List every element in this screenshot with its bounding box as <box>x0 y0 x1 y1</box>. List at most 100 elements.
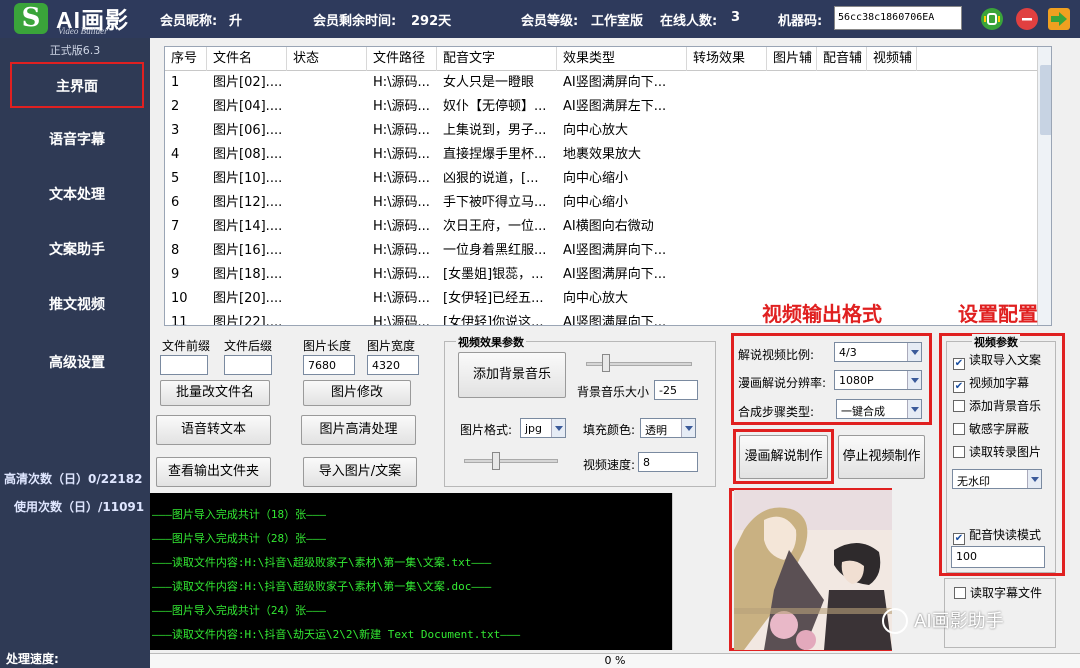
cell-index: 8 <box>171 243 180 258</box>
img-modify-button[interactable]: 图片修改 <box>303 380 411 406</box>
table-row[interactable]: 1 图片[02].... H:\源码... 女人只是一瞪眼 AI竖图满屏向下... <box>165 71 1037 95</box>
fast-read-input[interactable]: 100 <box>951 546 1045 568</box>
speed-slider-handle[interactable] <box>492 452 500 470</box>
check-bgm[interactable]: 添加背景音乐 <box>953 397 1041 414</box>
wechat-icon <box>882 608 908 634</box>
table-row[interactable]: 8 图片[16].... H:\源码... 一位身着黑红服... AI竖图满屏向下... <box>165 239 1037 263</box>
cell-filename: 图片[14].... <box>213 219 283 234</box>
bgm-volume-input[interactable]: -25 <box>654 380 698 400</box>
cell-filename: 图片[02].... <box>213 75 283 90</box>
checkbox-unchecked[interactable] <box>953 446 965 458</box>
checkbox-checked[interactable]: ✔ <box>953 381 965 393</box>
checkbox-unchecked[interactable] <box>954 587 966 599</box>
checkbox-checked[interactable]: ✔ <box>953 358 965 370</box>
checkbox-unchecked[interactable] <box>953 400 965 412</box>
table-row[interactable]: 3 图片[06].... H:\源码... 上集说到，男子... 向中心放大 <box>165 119 1037 143</box>
cell-status <box>287 311 367 325</box>
cell-filename: 图片[22].... <box>213 315 283 326</box>
steps-value: 一键合成 <box>841 405 885 418</box>
img-format-select[interactable]: jpg <box>520 418 566 438</box>
col-img-aux[interactable]: 图片辅 <box>767 47 817 71</box>
bgm-slider-handle[interactable] <box>602 354 610 372</box>
col-index[interactable]: 序号 <box>165 47 207 71</box>
machine-code-field[interactable]: 56cc38c1860706EA <box>834 6 962 30</box>
table-row[interactable]: 6 图片[12].... H:\源码... 手下被吓得立马... 向中心缩小 <box>165 191 1037 215</box>
table-row[interactable]: 7 图片[14].... H:\源码... 次日王府，一位... AI横图向右微动 <box>165 215 1037 239</box>
nav-text-processing[interactable]: 文本处理 <box>10 172 144 218</box>
nav-copy-assistant[interactable]: 文案助手 <box>10 227 144 273</box>
nav-voice-subtitle[interactable]: 语音字幕 <box>10 117 144 163</box>
table-row[interactable]: 4 图片[08].... H:\源码... 直接捏爆手里杯... 地裹效果放大 <box>165 143 1037 167</box>
img-hd-button[interactable]: 图片高清处理 <box>301 415 416 445</box>
resolution-select[interactable]: 1080P <box>834 370 922 390</box>
checkbox-checked[interactable]: ✔ <box>953 533 965 545</box>
cell-index: 3 <box>171 123 180 138</box>
cell-dubbing: 手下被吓得立马... <box>443 195 547 210</box>
img-width-input[interactable]: 4320 <box>367 355 419 375</box>
batch-rename-button[interactable]: 批量改文件名 <box>160 380 270 406</box>
check-read-copy[interactable]: ✔ 读取导入文案 <box>953 351 1041 370</box>
cell-index: 6 <box>171 195 180 210</box>
cell-effect: AI竖图满屏左下... <box>563 99 667 114</box>
steps-label: 合成步骤类型: <box>738 405 815 419</box>
watermark-text: AI画影助手 <box>914 611 1004 632</box>
cell-dubbing: 上集说到，男子... <box>443 123 547 138</box>
col-transition[interactable]: 转场效果 <box>687 47 767 71</box>
check-fast-read[interactable]: ✔ 配音快读模式 <box>953 526 1041 545</box>
table-row[interactable]: 11 图片[22].... H:\源码... [女伊轻]你说这... AI竖图满屏向下.… <box>165 311 1037 326</box>
cell-status <box>287 71 367 95</box>
col-dubbing[interactable]: 配音文字 <box>437 47 557 71</box>
stop-video-button[interactable]: 停止视频制作 <box>838 435 925 479</box>
table-scrollbar[interactable] <box>1037 47 1051 325</box>
suffix-input[interactable] <box>224 355 272 375</box>
video-speed-input[interactable]: 8 <box>638 452 698 472</box>
check-read-transcript[interactable]: 读取转录图片 <box>953 443 1041 460</box>
table-row[interactable]: 5 图片[10].... H:\源码... 凶狠的说道，[... 向中心缩小 <box>165 167 1037 191</box>
check-read-copy-label: 读取导入文案 <box>969 353 1042 367</box>
cell-dubbing: 直接捏爆手里杯... <box>443 147 547 162</box>
file-table[interactable]: 序号 文件名 状态 文件路径 配音文字 效果类型 转场效果 图片辅 配音辅 视频… <box>164 46 1052 326</box>
ratio-select[interactable]: 4/3 <box>834 342 922 362</box>
table-row[interactable]: 10 图片[20].... H:\源码... [女伊轻]已经五... 向中心放大 <box>165 287 1037 311</box>
machine-label: 机器码: <box>778 14 823 29</box>
import-images-button[interactable]: 导入图片/文案 <box>303 457 417 487</box>
fill-color-select[interactable]: 透明 <box>640 418 696 438</box>
ratio-label: 解说视频比例: <box>738 348 815 362</box>
checkbox-unchecked[interactable] <box>953 423 965 435</box>
img-length-input[interactable]: 7680 <box>303 355 355 375</box>
col-path[interactable]: 文件路径 <box>367 47 437 71</box>
scroll-thumb[interactable] <box>1040 65 1051 135</box>
col-effect[interactable]: 效果类型 <box>557 47 687 71</box>
add-bgm-button[interactable]: 添加背景音乐 <box>458 352 566 398</box>
col-audio-aux[interactable]: 配音辅 <box>817 47 867 71</box>
table-row[interactable]: 2 图片[04].... H:\源码... 奴仆【无停顿】... AI竖图满屏左下... <box>165 95 1037 119</box>
chevron-down-icon <box>681 419 695 437</box>
make-comic-button[interactable]: 漫画解说制作 <box>739 435 828 479</box>
check-read-subtitle[interactable]: 读取字幕文件 <box>954 584 1042 601</box>
speed-slider[interactable] <box>464 459 558 463</box>
check-sensitive[interactable]: 敏感字屏蔽 <box>953 420 1029 437</box>
level-label: 会员等级: <box>521 14 579 29</box>
table-row[interactable]: 9 图片[18].... H:\源码... [女墨姐]银蕊，... AI竖图满屏向下..… <box>165 263 1037 287</box>
hd-count: 高清次数（日）0/22182 <box>4 472 143 486</box>
ratio-value: 4/3 <box>839 346 857 359</box>
check-subtitles[interactable]: ✔ 视频加字幕 <box>953 374 1029 393</box>
col-status[interactable]: 状态 <box>287 47 367 71</box>
col-video-aux[interactable]: 视频辅 <box>867 47 917 71</box>
nav-main[interactable]: 主界面 <box>10 62 144 108</box>
nav-tweet-video[interactable]: 推文视频 <box>10 282 144 328</box>
col-filename[interactable]: 文件名 <box>207 47 287 71</box>
close-icon[interactable] <box>1016 8 1038 30</box>
settings-heading: 设置配置 <box>958 302 1038 326</box>
watermark-select[interactable]: 无水印 <box>952 469 1042 489</box>
tts-button[interactable]: 语音转文本 <box>156 415 271 445</box>
view-output-button[interactable]: 查看输出文件夹 <box>156 457 271 487</box>
nav-advanced-settings[interactable]: 高级设置 <box>10 340 144 386</box>
console-scrollbar[interactable] <box>672 493 688 650</box>
prefix-input[interactable] <box>160 355 208 375</box>
exit-icon[interactable] <box>1048 8 1070 30</box>
log-console[interactable]: ———图片导入完成共计（18）张——— ———图片导入完成共计（28）张——— … <box>150 493 688 650</box>
cell-path: H:\源码... <box>373 219 430 234</box>
settings-icon[interactable] <box>981 8 1003 30</box>
steps-select[interactable]: 一键合成 <box>836 399 922 419</box>
